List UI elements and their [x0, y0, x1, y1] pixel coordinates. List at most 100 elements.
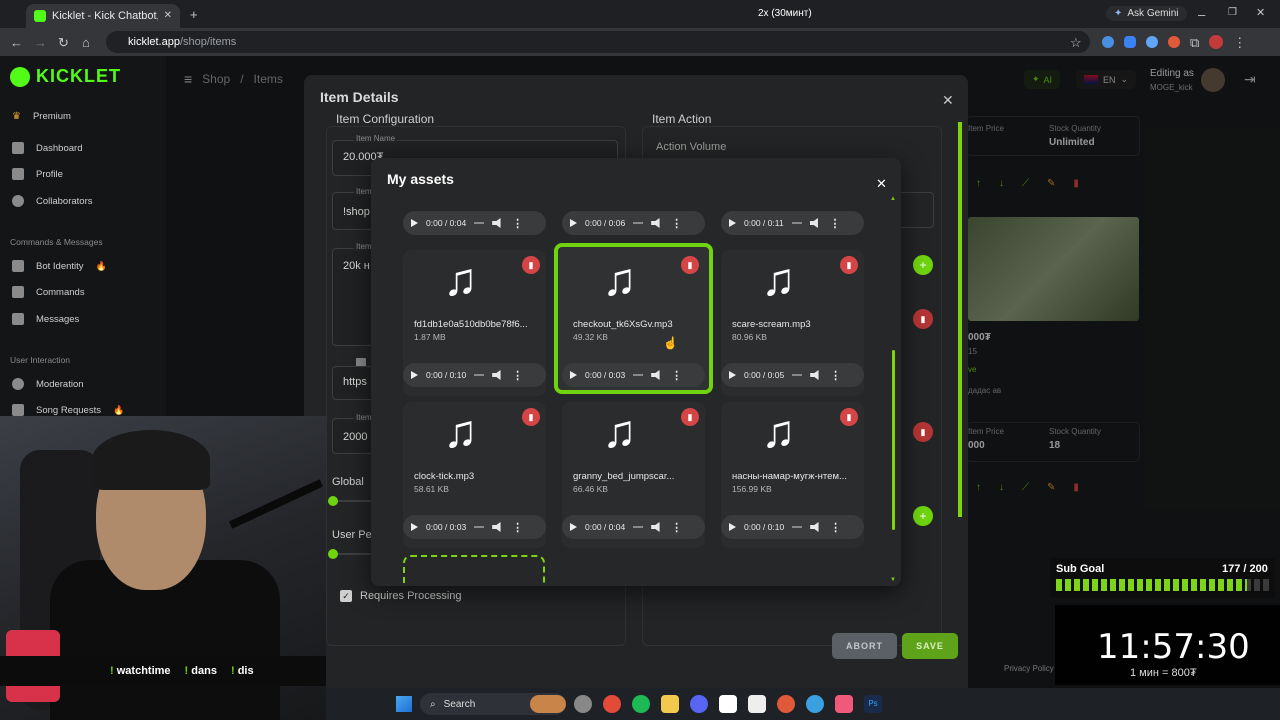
- app-icon[interactable]: [777, 695, 795, 713]
- remove-action-button[interactable]: ▮: [913, 422, 933, 442]
- windows-start-icon[interactable]: [396, 696, 412, 712]
- menu-dots-icon[interactable]: ⋮: [1233, 36, 1246, 49]
- capcut-icon[interactable]: [719, 695, 737, 713]
- minimize-icon[interactable]: –: [1198, 8, 1205, 21]
- assets-scrollbar[interactable]: [892, 350, 895, 530]
- delete-asset-icon[interactable]: ▮: [840, 408, 858, 426]
- audio-player[interactable]: 0:00 / 0:03 ⋮: [403, 515, 546, 539]
- music-app-icon[interactable]: [835, 695, 853, 713]
- maximize-icon[interactable]: ❐: [1228, 8, 1237, 18]
- scroll-down-icon[interactable]: ▼: [890, 577, 896, 583]
- audio-player[interactable]: 0:00 / 0:10 ⋮: [403, 363, 546, 387]
- bookmark-star-icon[interactable]: ☆: [1070, 36, 1082, 49]
- play-icon[interactable]: [570, 371, 577, 379]
- new-tab-icon[interactable]: +: [190, 8, 198, 21]
- save-button[interactable]: SAVE: [902, 633, 958, 659]
- play-icon[interactable]: [411, 371, 418, 379]
- taskbar-search[interactable]: ⌕ Search: [420, 693, 566, 715]
- extension-icon[interactable]: [1124, 36, 1136, 48]
- close-item-details-icon[interactable]: ✕: [942, 93, 954, 107]
- more-options-icon[interactable]: ⋮: [830, 521, 841, 534]
- sidebar-item-moderation[interactable]: Moderation: [12, 374, 84, 394]
- sidebar-item-profile[interactable]: Profile: [12, 164, 63, 184]
- extension-icon[interactable]: [1168, 36, 1180, 48]
- volume-icon[interactable]: [651, 218, 660, 228]
- volume-icon[interactable]: [810, 370, 819, 380]
- audio-player[interactable]: 0:00 / 0:04 ⋮: [562, 515, 705, 539]
- delete-asset-icon[interactable]: ▮: [681, 256, 699, 274]
- volume-icon[interactable]: [492, 218, 501, 228]
- sidebar-item-commands[interactable]: Commands: [12, 282, 85, 302]
- delete-asset-icon[interactable]: ▮: [522, 256, 540, 274]
- audio-player[interactable]: 0:00 / 0:10 ⋮: [721, 515, 864, 539]
- volume-icon[interactable]: [492, 522, 501, 532]
- notion-icon[interactable]: [748, 695, 766, 713]
- volume-icon[interactable]: [810, 522, 819, 532]
- play-icon[interactable]: [729, 523, 736, 531]
- delete-asset-icon[interactable]: ▮: [681, 408, 699, 426]
- app-icon[interactable]: [574, 695, 592, 713]
- audio-player[interactable]: 0:00 / 0:05 ⋮: [721, 363, 864, 387]
- progress-bar[interactable]: [474, 222, 485, 224]
- progress-bar[interactable]: [791, 222, 802, 224]
- profile-icon[interactable]: [1209, 35, 1224, 49]
- home-icon[interactable]: ⌂: [82, 36, 90, 49]
- photoshop-icon[interactable]: Ps: [864, 695, 882, 713]
- progress-bar[interactable]: [633, 222, 644, 224]
- close-window-icon[interactable]: ✕: [1256, 8, 1265, 19]
- audio-player[interactable]: 0:00 / 0:06 ⋮: [562, 211, 705, 235]
- play-icon[interactable]: [729, 219, 736, 227]
- progress-bar[interactable]: [792, 526, 803, 528]
- play-icon[interactable]: [411, 219, 418, 227]
- more-options-icon[interactable]: ⋮: [830, 369, 841, 382]
- add-action-button[interactable]: +: [913, 506, 933, 526]
- upload-asset-dropzone[interactable]: [403, 555, 545, 585]
- chrome-icon[interactable]: [603, 695, 621, 713]
- extension-icon[interactable]: [1146, 36, 1158, 48]
- delete-asset-icon[interactable]: ▮: [840, 256, 858, 274]
- global-slider-thumb[interactable]: [328, 496, 338, 506]
- progress-bar[interactable]: [792, 374, 803, 376]
- progress-bar[interactable]: [633, 526, 644, 528]
- play-icon[interactable]: [729, 371, 736, 379]
- delete-asset-icon[interactable]: ▮: [522, 408, 540, 426]
- more-options-icon[interactable]: ⋮: [671, 521, 682, 534]
- volume-icon[interactable]: [809, 218, 818, 228]
- close-assets-icon[interactable]: ✕: [876, 177, 887, 190]
- volume-icon[interactable]: [651, 522, 660, 532]
- back-icon[interactable]: ←: [10, 36, 23, 49]
- sidebar-item-dashboard[interactable]: Dashboard: [12, 138, 82, 158]
- add-action-button[interactable]: +: [913, 255, 933, 275]
- sidebar-item-collaborators[interactable]: Collaborators: [12, 191, 93, 211]
- extension-icon[interactable]: [1102, 36, 1114, 48]
- folder-icon[interactable]: [661, 695, 679, 713]
- forward-icon[interactable]: →: [34, 36, 47, 49]
- user-slider-thumb[interactable]: [328, 549, 338, 559]
- volume-icon[interactable]: [651, 370, 660, 380]
- close-tab-icon[interactable]: ✕: [164, 11, 172, 21]
- volume-icon[interactable]: [492, 370, 501, 380]
- progress-bar[interactable]: [474, 526, 485, 528]
- sidebar-item-premium[interactable]: ♛ Premium: [12, 106, 71, 126]
- scroll-up-icon[interactable]: ▲: [890, 196, 896, 202]
- sidebar-item-bot-identity[interactable]: Bot Identity 🔥: [12, 256, 107, 276]
- ask-gemini-button[interactable]: ✦ Ask Gemini: [1106, 6, 1187, 21]
- more-options-icon[interactable]: ⋮: [830, 217, 841, 230]
- play-icon[interactable]: [411, 523, 418, 531]
- puzzle-icon[interactable]: ⧉: [1190, 36, 1199, 49]
- progress-bar[interactable]: [474, 374, 485, 376]
- discord-icon[interactable]: [690, 695, 708, 713]
- privacy-policy-link[interactable]: Privacy Policy: [1004, 664, 1054, 673]
- play-icon[interactable]: [570, 523, 577, 531]
- more-options-icon[interactable]: ⋮: [671, 217, 682, 230]
- spotify-icon[interactable]: [632, 695, 650, 713]
- audio-player[interactable]: 0:00 / 0:04 ⋮: [403, 211, 546, 235]
- browser-tab[interactable]: Kicklet - Kick Chatbot, Kick Wi... ✕: [26, 4, 180, 28]
- play-icon[interactable]: [570, 219, 577, 227]
- requires-processing-checkbox[interactable]: ✓ Requires Processing: [340, 590, 462, 602]
- abort-button[interactable]: ABORT: [832, 633, 897, 659]
- more-options-icon[interactable]: ⋮: [512, 217, 523, 230]
- more-options-icon[interactable]: ⋮: [671, 369, 682, 382]
- progress-bar[interactable]: [633, 374, 644, 376]
- audio-player[interactable]: 0:00 / 0:11 ⋮: [721, 211, 864, 235]
